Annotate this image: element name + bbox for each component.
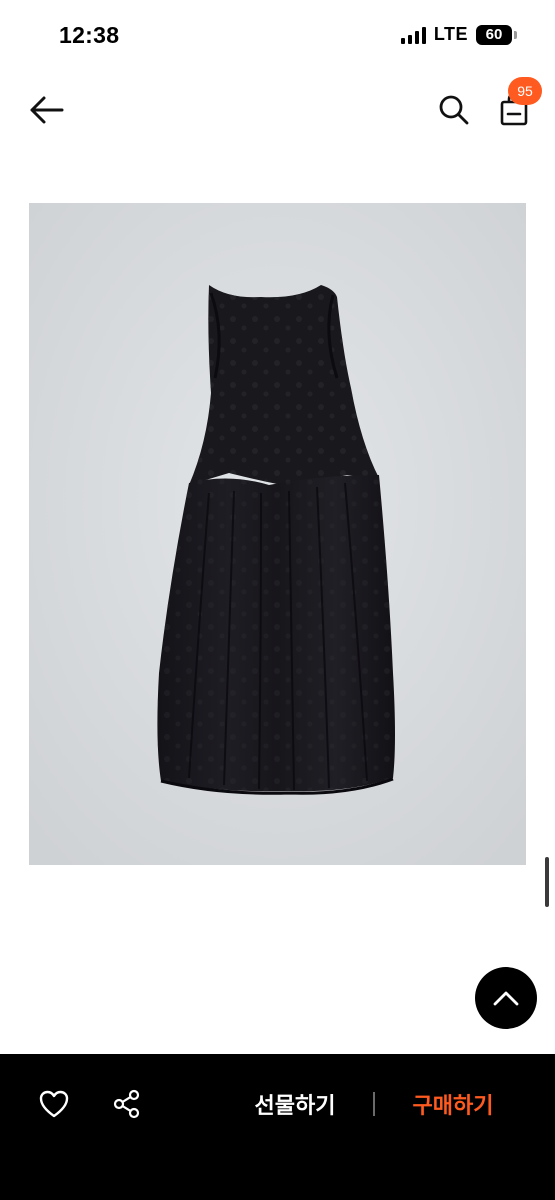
battery-icon: 60 (476, 24, 512, 45)
status-bar: 12:38 LTE 60 (0, 0, 555, 70)
heart-icon (39, 1090, 69, 1118)
status-time: 12:38 (59, 22, 120, 48)
product-image[interactable] (29, 203, 526, 865)
gift-button[interactable]: 선물하기 (240, 1084, 350, 1124)
scroll-to-top-button[interactable] (475, 967, 537, 1029)
bottom-action-bar: 선물하기 구매하기 (0, 1054, 555, 1200)
back-button[interactable] (26, 92, 66, 128)
search-icon (439, 95, 469, 125)
cart-count-badge: 95 (508, 77, 542, 105)
arrow-left-icon (30, 96, 64, 124)
dress-image (29, 203, 526, 865)
share-button[interactable] (109, 1086, 145, 1122)
signal-icon (400, 26, 426, 44)
battery-cap (514, 30, 517, 39)
chevron-up-icon (493, 991, 519, 1006)
share-icon (113, 1089, 140, 1119)
search-button[interactable] (436, 92, 472, 128)
status-indicators: LTE 60 (400, 24, 517, 45)
divider (373, 1092, 375, 1116)
battery-level: 60 (485, 26, 503, 43)
scrollbar-thumb[interactable] (545, 857, 549, 907)
top-nav (0, 70, 555, 150)
like-button[interactable] (36, 1086, 72, 1122)
buy-button[interactable]: 구매하기 (398, 1084, 508, 1124)
network-label: LTE (433, 24, 468, 44)
